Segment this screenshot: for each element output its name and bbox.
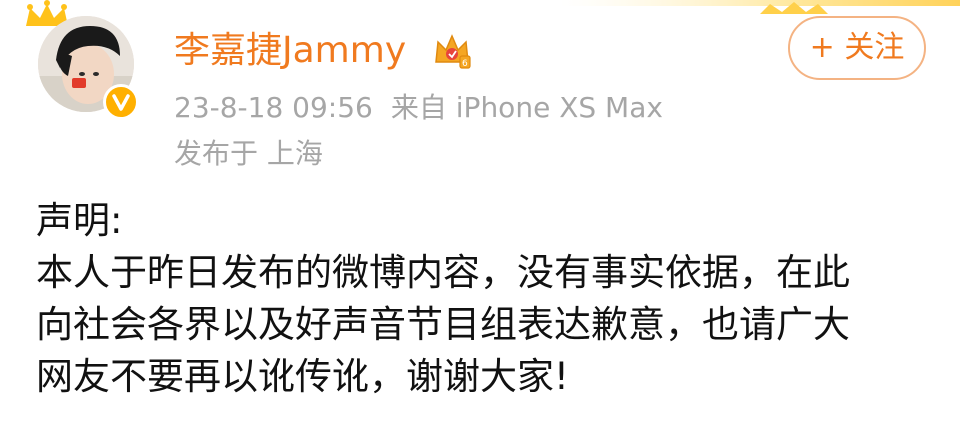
content-line: 向社会各界以及好声音节目组表达歉意，也请广大 [36, 303, 850, 346]
vip-crown-icon[interactable]: 6 [432, 32, 472, 74]
post-meta: 23-8-18 09:56 来自 iPhone XS Max [174, 88, 663, 128]
follow-button[interactable]: + 关注 [788, 16, 926, 80]
svg-text:6: 6 [462, 59, 468, 69]
post-content: 声明: 本人于昨日发布的微博内容，没有事实依据，在此 向社会各界以及好声音节目组… [36, 195, 936, 403]
post-timestamp: 23-8-18 09:56 [174, 91, 373, 124]
verified-v-badge-icon [103, 84, 139, 120]
username[interactable]: 李嘉捷Jammy [174, 26, 406, 76]
content-line: 本人于昨日发布的微博内容，没有事实依据，在此 [36, 251, 850, 294]
content-line: 网友不要再以讹传讹，谢谢大家! [36, 355, 569, 398]
post-source[interactable]: 来自 iPhone XS Max [391, 91, 663, 124]
content-line: 声明: [36, 199, 123, 242]
post-location: 发布于 上海 [174, 137, 323, 170]
